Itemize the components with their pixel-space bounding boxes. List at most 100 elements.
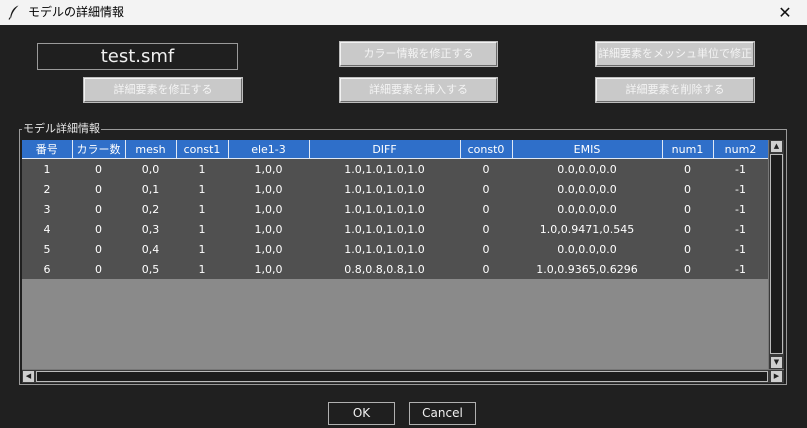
scroll-right-arrow-icon[interactable]: ▶ [771, 371, 782, 382]
cell-color-count: 0 [72, 158, 125, 179]
cell-num2: -1 [713, 158, 768, 179]
cell-num1: 0 [662, 199, 713, 219]
cell-ele1-3: 1,0,0 [228, 239, 309, 259]
cell-num2: -1 [713, 239, 768, 259]
cell-emis: 0.0,0.0,0.0 [512, 239, 662, 259]
ok-button[interactable]: OK [328, 402, 395, 425]
cell-num1: 0 [662, 219, 713, 239]
cell-emis: 0.0,0.0,0.0 [512, 179, 662, 199]
column-header-emis[interactable]: EMIS [512, 140, 663, 159]
cell-number: 1 [22, 158, 72, 179]
column-header-num2[interactable]: num2 [713, 140, 768, 159]
cell-num1: 0 [662, 259, 713, 279]
detail-table-area: 番号 カラー数 mesh const1 ele1-3 DIFF const0 E… [22, 140, 768, 369]
cell-color-count: 0 [72, 179, 125, 199]
cell-const1: 1 [176, 259, 228, 279]
column-header-num1[interactable]: num1 [662, 140, 714, 159]
cell-number: 5 [22, 239, 72, 259]
cell-diff: 1.0,1.0,1.0,1.0 [309, 158, 460, 179]
cell-num2: -1 [713, 259, 768, 279]
column-header-number[interactable]: 番号 [22, 140, 73, 159]
cell-number: 6 [22, 259, 72, 279]
cell-number: 4 [22, 219, 72, 239]
cell-num2: -1 [713, 199, 768, 219]
scroll-up-arrow-icon[interactable]: ▲ [771, 141, 782, 152]
cell-const0: 0 [460, 219, 512, 239]
cell-ele1-3: 1,0,0 [228, 259, 309, 279]
detail-insert-button[interactable]: 詳細要素を挿入する [339, 77, 498, 103]
detail-edit-button[interactable]: 詳細要素を修正する [83, 77, 243, 103]
cell-mesh: 0,4 [125, 239, 176, 259]
cell-diff: 1.0,1.0,1.0,1.0 [309, 219, 460, 239]
cell-ele1-3: 1,0,0 [228, 219, 309, 239]
file-name-display: test.smf [37, 43, 238, 70]
cell-num1: 0 [662, 179, 713, 199]
title-bar: モデルの詳細情報 ✕ [0, 0, 807, 25]
cell-const1: 1 [176, 158, 228, 179]
cancel-button[interactable]: Cancel [409, 402, 476, 425]
cell-num2: -1 [713, 219, 768, 239]
quill-feather-icon [8, 5, 20, 20]
cell-ele1-3: 1,0,0 [228, 179, 309, 199]
column-header-color-count[interactable]: カラー数 [72, 140, 126, 159]
column-header-diff[interactable]: DIFF [309, 140, 461, 159]
cell-color-count: 0 [72, 259, 125, 279]
cell-mesh: 0,3 [125, 219, 176, 239]
cell-mesh: 0,2 [125, 199, 176, 219]
cell-const0: 0 [460, 179, 512, 199]
color-edit-button[interactable]: カラー情報を修正する [339, 41, 498, 67]
table-row[interactable]: 3 0 0,2 1 1,0,0 1.0,1.0,1.0,1.0 0 0.0,0.0,0.0 0-… [22, 199, 768, 219]
cell-num1: 0 [662, 158, 713, 179]
horizontal-scrollbar[interactable]: ◀ ▶ [22, 369, 784, 383]
cell-color-count: 0 [72, 219, 125, 239]
cell-ele1-3: 1,0,0 [228, 158, 309, 179]
window-title: モデルの詳細情報 [28, 5, 125, 19]
detail-table: 番号 カラー数 mesh const1 ele1-3 DIFF const0 E… [22, 140, 768, 279]
cell-mesh: 0,1 [125, 179, 176, 199]
scroll-left-arrow-icon[interactable]: ◀ [23, 371, 34, 382]
table-row[interactable]: 2 0 0,1 1 1,0,0 1.0,1.0,1.0,1.0 0 0.0,0.0,0.0 0-… [22, 179, 768, 199]
column-header-const1[interactable]: const1 [176, 140, 229, 159]
cell-diff: 1.0,1.0,1.0,1.0 [309, 239, 460, 259]
vertical-scrollbar[interactable]: ▲ ▼ [768, 140, 784, 369]
table-row[interactable]: 1 0 0,0 1 1,0,0 1.0,1.0,1.0,1.0 0 0.0,0.0,0.0 0-… [22, 158, 768, 179]
cell-const0: 0 [460, 158, 512, 179]
cell-color-count: 0 [72, 199, 125, 219]
column-header-const0[interactable]: const0 [460, 140, 513, 159]
mesh-edit-button[interactable]: 詳細要素をメッシュ単位で修正 [595, 41, 755, 67]
scroll-down-arrow-icon[interactable]: ▼ [771, 357, 782, 368]
cell-mesh: 0,5 [125, 259, 176, 279]
cell-ele1-3: 1,0,0 [228, 199, 309, 219]
horizontal-scroll-thumb[interactable] [36, 371, 768, 382]
cell-diff: 0.8,0.8,0.8,1.0 [309, 259, 460, 279]
cell-color-count: 0 [72, 239, 125, 259]
cell-const1: 1 [176, 179, 228, 199]
cell-const1: 1 [176, 199, 228, 219]
cell-const0: 0 [460, 259, 512, 279]
cell-diff: 1.0,1.0,1.0,1.0 [309, 179, 460, 199]
table-row[interactable]: 5 0 0,4 1 1,0,0 1.0,1.0,1.0,1.0 0 0.0,0.0,0.0 0-… [22, 239, 768, 259]
cell-num1: 0 [662, 239, 713, 259]
cell-emis: 0.0,0.0,0.0 [512, 199, 662, 219]
cell-const1: 1 [176, 219, 228, 239]
cell-emis: 0.0,0.0,0.0 [512, 158, 662, 179]
cell-const1: 1 [176, 239, 228, 259]
detail-delete-button[interactable]: 詳細要素を削除する [595, 77, 755, 103]
close-icon[interactable]: ✕ [763, 0, 807, 25]
cell-number: 2 [22, 179, 72, 199]
column-header-ele1-3[interactable]: ele1-3 [228, 140, 310, 159]
cell-emis: 1.0,0.9365,0.6296 [512, 259, 662, 279]
cell-emis: 1.0,0.9471,0.545 [512, 219, 662, 239]
vertical-scroll-thumb[interactable] [770, 154, 783, 354]
cell-number: 3 [22, 199, 72, 219]
column-header-mesh[interactable]: mesh [125, 140, 177, 159]
cell-diff: 1.0,1.0,1.0,1.0 [309, 199, 460, 219]
cell-const0: 0 [460, 239, 512, 259]
cell-num2: -1 [713, 179, 768, 199]
group-label: モデル詳細情報 [23, 122, 100, 135]
table-header-row: 番号 カラー数 mesh const1 ele1-3 DIFF const0 E… [22, 140, 768, 159]
table-row[interactable]: 4 0 0,3 1 1,0,0 1.0,1.0,1.0,1.0 0 1.0,0.9471,0.… [22, 219, 768, 239]
cell-const0: 0 [460, 199, 512, 219]
cell-mesh: 0,0 [125, 158, 176, 179]
table-row[interactable]: 6 0 0,5 1 1,0,0 0.8,0.8,0.8,1.0 0 1.0,0.9365,0.… [22, 259, 768, 279]
